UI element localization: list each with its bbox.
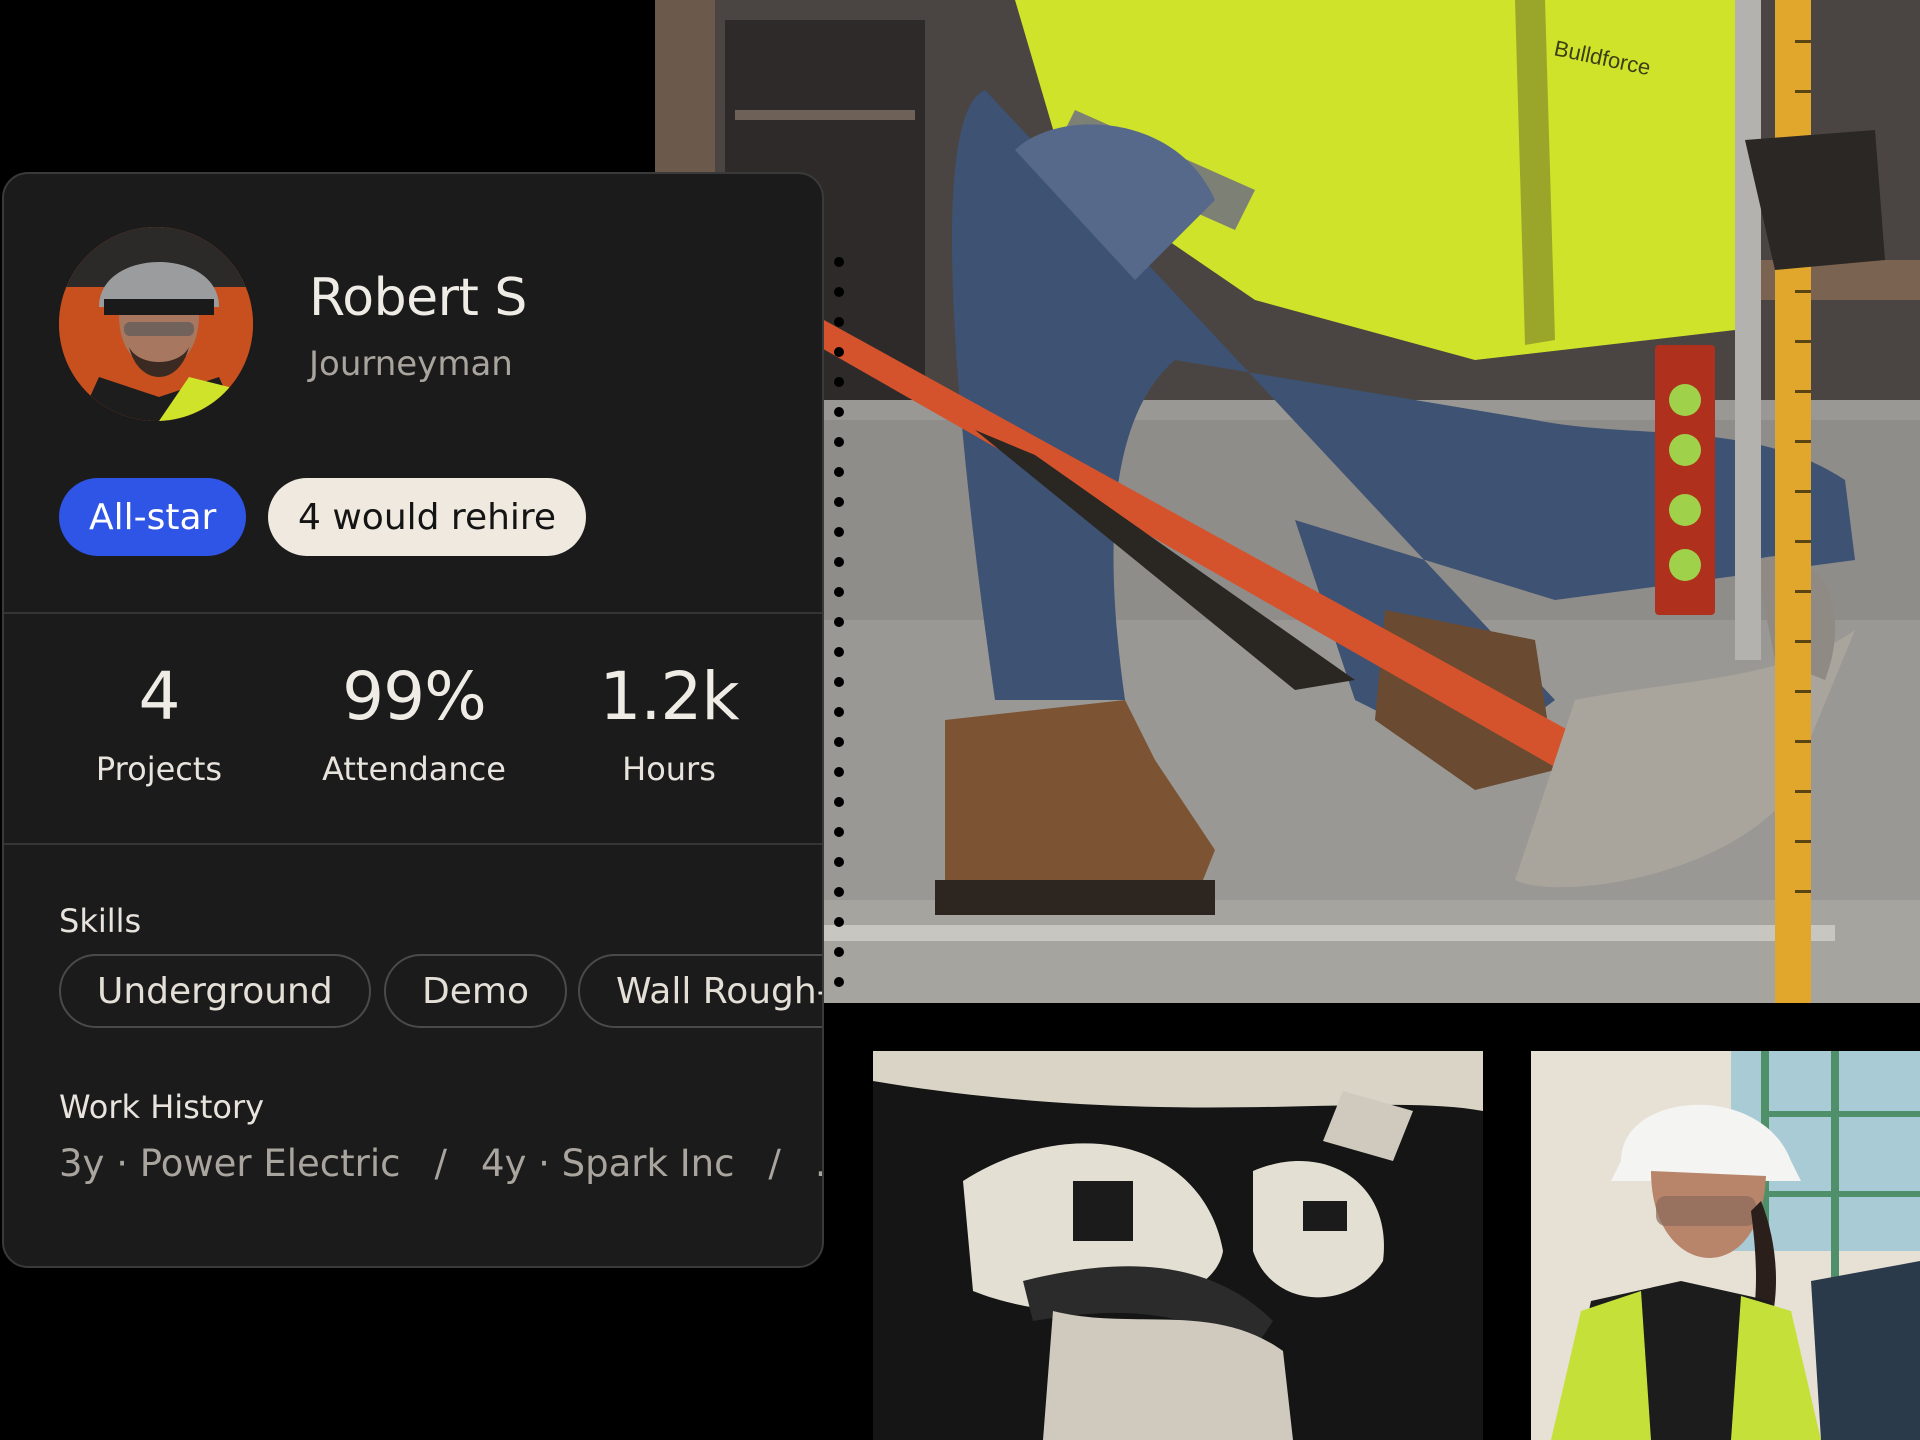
worker-profile-card[interactable]: Robert S Journeyman All-star 4 would reh… <box>2 172 824 1268</box>
skill-chip-underground[interactable]: Underground <box>59 954 371 1028</box>
work-history-heading: Work History <box>59 1088 265 1126</box>
skill-chip-label: Wall Rough-in <box>616 970 822 1012</box>
perforation-edge <box>834 257 844 987</box>
stat-value: 4 <box>138 658 181 735</box>
rehire-badge: 4 would rehire <box>268 478 587 556</box>
divider <box>4 843 822 845</box>
work-history-item: 3y · Power Electric <box>59 1142 401 1185</box>
stat-attendance: 99% Attendance <box>294 658 534 789</box>
work-history-separator: / <box>768 1142 781 1185</box>
skill-chip-wall-rough-in[interactable]: Wall Rough-in <box>578 954 822 1028</box>
stat-value: 1.2k <box>599 658 739 735</box>
avatar[interactable] <box>59 227 253 421</box>
stat-projects: 4 Projects <box>39 658 279 789</box>
work-history-list: 3y · Power Electric / 4y · Spark Inc / .… <box>59 1142 822 1185</box>
work-history-separator: / <box>434 1142 447 1185</box>
stat-label: Hours <box>622 750 716 788</box>
rehire-badge-label: 4 would rehire <box>298 496 557 538</box>
work-history-item: 4y · Spark Inc <box>480 1142 735 1185</box>
worker-role: Journeyman <box>309 344 513 384</box>
highcontrast-photo-helmet <box>873 1051 1483 1440</box>
skill-chip-label: Demo <box>422 970 529 1012</box>
allstar-badge: All-star <box>59 478 247 556</box>
stat-label: Projects <box>95 750 223 788</box>
stat-hours: 1.2k Hours <box>549 658 789 789</box>
skills-heading: Skills <box>59 902 142 940</box>
stat-value: 99% <box>342 658 487 735</box>
skill-chip-label: Underground <box>97 970 333 1012</box>
stat-label: Attendance <box>322 750 506 788</box>
divider <box>4 612 822 614</box>
worker-name: Robert S <box>309 268 527 328</box>
allstar-badge-label: All-star <box>89 496 217 538</box>
worker-photo-woman <box>1531 1051 1920 1440</box>
skill-chip-demo[interactable]: Demo <box>384 954 567 1028</box>
work-history-more[interactable]: ... <box>815 1142 822 1185</box>
